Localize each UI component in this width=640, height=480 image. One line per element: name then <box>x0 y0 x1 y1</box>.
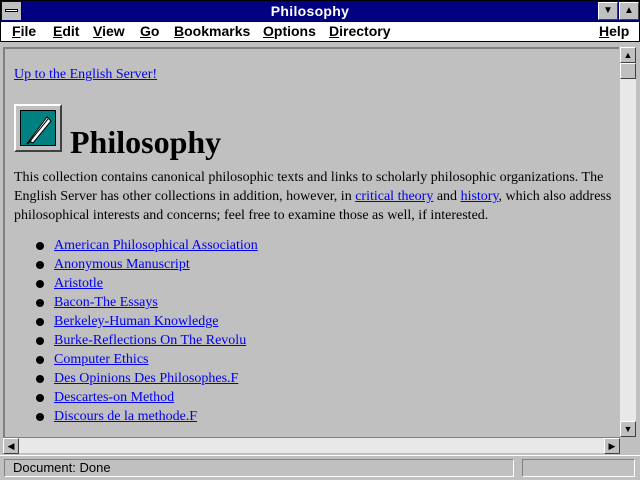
menu-bookmarks[interactable]: Bookmarks <box>174 23 250 39</box>
page-title: Philosophy <box>70 124 222 160</box>
status-text: Document: Done <box>4 459 514 477</box>
collection-link[interactable]: Computer Ethics <box>54 352 149 367</box>
menu-edit[interactable]: Edit <box>53 23 79 39</box>
bullet-icon <box>36 299 44 307</box>
up-to-english-server-link[interactable]: Up to the English Server! <box>14 67 614 83</box>
page-heading: Philosophy <box>14 96 614 160</box>
collection-link[interactable]: Aristotle <box>54 276 103 291</box>
intro-paragraph: This collection contains canonical philo… <box>14 170 612 223</box>
document-view[interactable]: Up to the English Server! Philosophy Thi… <box>3 47 619 437</box>
scroll-up-icon[interactable]: ▲ <box>620 47 636 63</box>
scroll-down-icon[interactable]: ▼ <box>620 421 636 437</box>
bullet-icon <box>36 337 44 345</box>
list-item: Descartes-on Method <box>34 388 614 407</box>
bullet-icon <box>36 318 44 326</box>
collection-link[interactable]: Bacon-The Essays <box>54 295 158 310</box>
document-body: Up to the English Server! Philosophy Thi… <box>14 67 614 426</box>
collection-link[interactable]: Berkeley-Human Knowledge <box>54 314 218 329</box>
vertical-scroll-track[interactable] <box>620 63 636 421</box>
title-bar: Philosophy ▼ ▲ <box>0 0 640 22</box>
collection-link[interactable]: Burke-Reflections On The Revolu <box>54 333 246 348</box>
bullet-icon <box>36 413 44 421</box>
horizontal-scrollbar[interactable]: ◀ ▶ <box>3 437 620 454</box>
scroll-right-icon[interactable]: ▶ <box>604 438 620 454</box>
menu-directory[interactable]: Directory <box>329 23 390 39</box>
bullet-icon <box>36 375 44 383</box>
critical-theory-link[interactable]: critical theory <box>355 189 433 204</box>
status-bar: Document: Done <box>0 455 640 480</box>
list-item: American Philosophical Association <box>34 236 614 255</box>
list-item: Berkeley-Human Knowledge <box>34 312 614 331</box>
collection-link[interactable]: American Philosophical Association <box>54 238 258 253</box>
progress-indicator <box>522 459 635 477</box>
vertical-scrollbar[interactable]: ▲ ▼ <box>620 47 636 437</box>
list-item: Bacon-The Essays <box>34 293 614 312</box>
system-menu-icon[interactable] <box>2 2 22 20</box>
list-item: Anonymous Manuscript <box>34 255 614 274</box>
list-item: Des Opinions Des Philosophes.F <box>34 369 614 388</box>
collection-link[interactable]: Anonymous Manuscript <box>54 257 190 272</box>
collection-link[interactable]: Descartes-on Method <box>54 390 174 405</box>
maximize-icon[interactable]: ▲ <box>619 2 639 20</box>
quill-icon <box>14 104 62 152</box>
collection-link[interactable]: Discours de la methode.F <box>54 409 197 424</box>
menu-help[interactable]: Help <box>599 23 629 39</box>
list-item: Computer Ethics <box>34 350 614 369</box>
menu-view[interactable]: View <box>93 23 125 39</box>
minimize-icon[interactable]: ▼ <box>598 2 618 20</box>
history-link[interactable]: history <box>461 189 499 204</box>
window-title: Philosophy <box>270 3 350 19</box>
bullet-icon <box>36 242 44 250</box>
menu-file[interactable]: File <box>12 23 36 39</box>
list-item: Discours de la methode.F <box>34 407 614 426</box>
menu-options[interactable]: Options <box>263 23 316 39</box>
bullet-icon <box>36 356 44 364</box>
vertical-scroll-thumb[interactable] <box>620 63 636 79</box>
bullet-icon <box>36 394 44 402</box>
collection-link[interactable]: Des Opinions Des Philosophes.F <box>54 371 238 386</box>
bullet-icon <box>36 280 44 288</box>
collection-list: American Philosophical Association Anony… <box>14 236 614 426</box>
menu-bar: File Edit View Go Bookmarks Options Dire… <box>0 22 640 42</box>
scrollbar-corner <box>620 437 636 453</box>
list-item: Aristotle <box>34 274 614 293</box>
menu-go[interactable]: Go <box>140 23 159 39</box>
scroll-left-icon[interactable]: ◀ <box>3 438 19 454</box>
bullet-icon <box>36 261 44 269</box>
list-item: Burke-Reflections On The Revolu <box>34 331 614 350</box>
